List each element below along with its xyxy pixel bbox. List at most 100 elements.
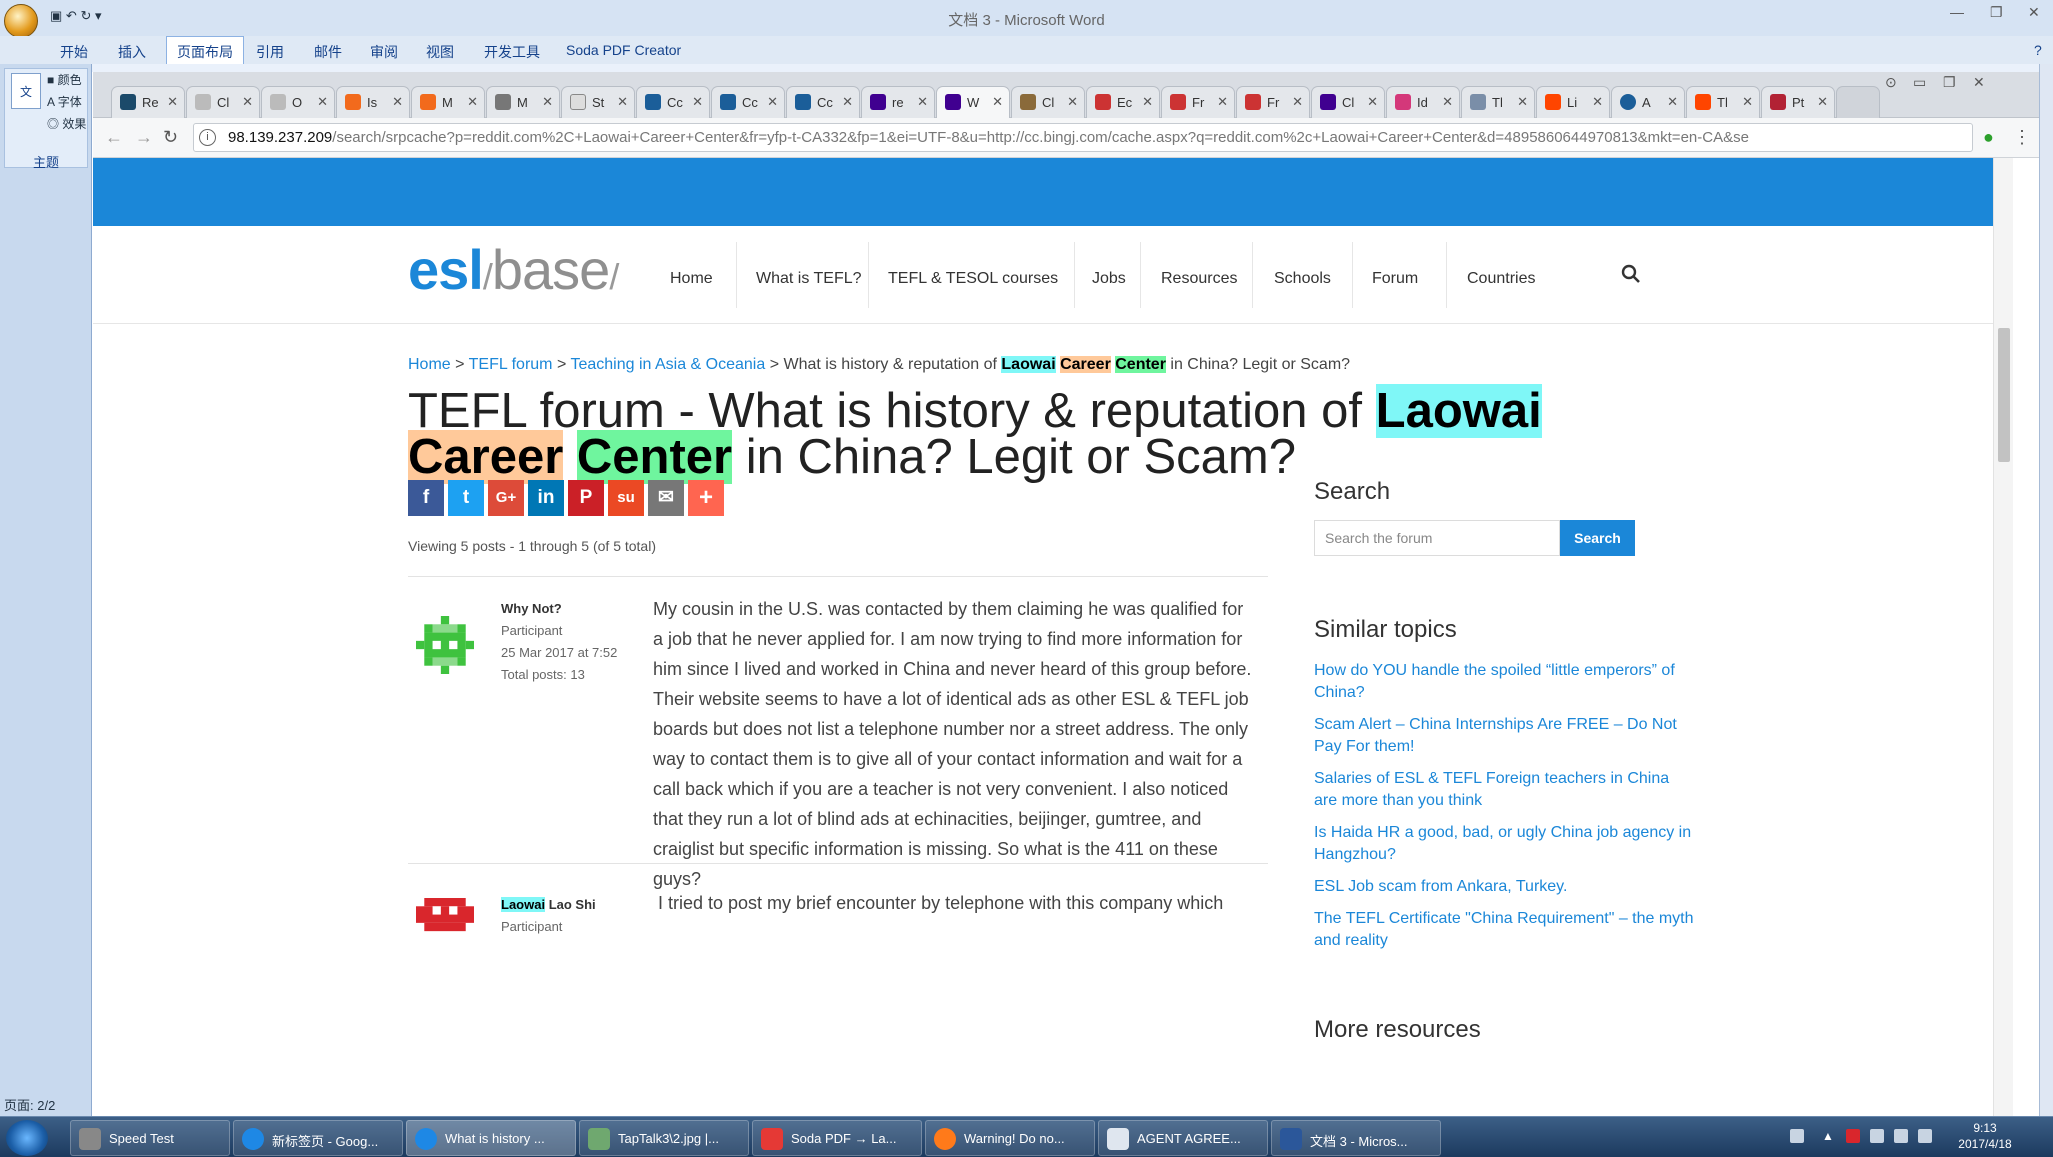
network-icon[interactable] <box>1894 1129 1908 1143</box>
new-tab-button[interactable] <box>1836 86 1880 118</box>
stumbleupon-share-icon[interactable]: su <box>608 480 644 516</box>
linkedin-share-icon[interactable]: in <box>528 480 564 516</box>
tab-insert[interactable]: 插入 <box>118 42 146 62</box>
profile-icon[interactable]: ⊙ <box>1885 74 1897 91</box>
tab-view[interactable]: 视图 <box>426 42 454 62</box>
theme-fonts[interactable]: A 字体 <box>47 93 82 110</box>
page-scrollbar[interactable] <box>1993 158 2013 1116</box>
menu-what-is-tefl[interactable]: What is TEFL? <box>756 270 862 288</box>
browser-tab[interactable]: re ✕ <box>861 86 935 118</box>
page-info-icon[interactable]: i <box>199 129 216 146</box>
tab-page-layout[interactable]: 页面布局 <box>166 36 244 64</box>
forum-search-button[interactable]: Search <box>1560 520 1635 556</box>
topic-link[interactable]: How do YOU handle the spoiled “little em… <box>1314 660 1694 704</box>
menu-forum[interactable]: Forum <box>1372 270 1418 288</box>
browser-tab[interactable]: Ec ✕ <box>1086 86 1160 118</box>
tab-developer[interactable]: 开发工具 <box>484 42 540 62</box>
theme-colors[interactable]: ■ 颜色 <box>47 71 82 88</box>
topic-link[interactable]: Salaries of ESL & TEFL Foreign teachers … <box>1314 768 1694 812</box>
browser-tab[interactable]: Is ✕ <box>336 86 410 118</box>
browser-tab[interactable]: Cc ✕ <box>711 86 785 118</box>
browser-tab[interactable]: Cl ✕ <box>186 86 260 118</box>
browser-tab[interactable]: Id ✕ <box>1386 86 1460 118</box>
browser-tab[interactable]: M ✕ <box>486 86 560 118</box>
browser-tab[interactable]: A ✕ <box>1611 86 1685 118</box>
email-share-icon[interactable]: ✉ <box>648 480 684 516</box>
tab-soda-pdf[interactable]: Soda PDF Creator <box>566 42 681 58</box>
breadcrumb-home[interactable]: Home <box>408 356 451 373</box>
browser-minimize-icon[interactable]: ▭ <box>1913 74 1926 91</box>
menu-courses[interactable]: TEFL & TESOL courses <box>888 270 1058 288</box>
author-name[interactable]: Laowai Lao Shi <box>501 897 596 912</box>
browser-tab[interactable]: Tl ✕ <box>1686 86 1760 118</box>
tab-home[interactable]: 开始 <box>60 42 88 62</box>
browser-tab[interactable]: Fr ✕ <box>1161 86 1235 118</box>
close-icon[interactable]: ✕ <box>2028 4 2040 21</box>
browser-tab[interactable]: Cc ✕ <box>636 86 710 118</box>
extension-icon[interactable]: ● <box>1983 127 1994 148</box>
taskbar-item[interactable]: Warning! Do no... <box>925 1120 1095 1156</box>
volume-icon[interactable] <box>1918 1129 1932 1143</box>
browser-tab-active[interactable]: W ✕ <box>936 86 1010 118</box>
menu-countries[interactable]: Countries <box>1467 270 1535 288</box>
browser-tab[interactable]: Cl ✕ <box>1311 86 1385 118</box>
help-icon[interactable]: ? <box>2034 42 2042 58</box>
forum-search-input[interactable]: Search the forum <box>1314 520 1560 556</box>
menu-resources[interactable]: Resources <box>1161 270 1237 288</box>
themes-icon[interactable]: 文 <box>11 73 41 109</box>
topic-link[interactable]: The TEFL Certificate "China Requirement"… <box>1314 908 1694 952</box>
breadcrumb-forum[interactable]: TEFL forum <box>469 356 553 373</box>
browser-tab[interactable]: Tl ✕ <box>1461 86 1535 118</box>
browser-tab[interactable]: Cc ✕ <box>786 86 860 118</box>
browser-tab[interactable]: Re ✕ <box>111 86 185 118</box>
browser-tab[interactable]: Cl ✕ <box>1011 86 1085 118</box>
restore-icon[interactable]: ❐ <box>1990 4 2003 21</box>
taskbar-item[interactable]: What is history ... <box>406 1120 576 1156</box>
facebook-share-icon[interactable]: f <box>408 480 444 516</box>
browser-tab[interactable]: M ✕ <box>411 86 485 118</box>
taskbar-item[interactable]: TapTalk3\2.jpg |... <box>579 1120 749 1156</box>
browser-tab[interactable]: St ✕ <box>561 86 635 118</box>
menu-schools[interactable]: Schools <box>1274 270 1331 288</box>
breadcrumb-section[interactable]: Teaching in Asia & Oceania <box>570 356 765 373</box>
theme-effects[interactable]: ◎ 效果 <box>47 115 86 132</box>
topic-link[interactable]: ESL Job scam from Ankara, Turkey. <box>1314 876 1694 898</box>
back-icon[interactable]: ← <box>105 127 123 148</box>
google-plus-share-icon[interactable]: G+ <box>488 480 524 516</box>
clock[interactable]: 9:13 2017/4/18 <box>1950 1120 2020 1152</box>
minimize-icon[interactable]: — <box>1950 4 1964 20</box>
author-name[interactable]: Why Not? <box>501 601 562 616</box>
taskbar-item[interactable]: 新标签页 - Goog... <box>233 1120 403 1156</box>
browser-restore-icon[interactable]: ❐ <box>1943 74 1956 91</box>
show-hidden-icons-icon[interactable]: ▲ <box>1822 1129 1836 1143</box>
site-logo[interactable]: esl/base/ <box>408 237 619 302</box>
pinterest-share-icon[interactable]: P <box>568 480 604 516</box>
more-share-icon[interactable]: + <box>688 480 724 516</box>
menu-home[interactable]: Home <box>670 270 713 288</box>
taskbar-item[interactable]: Speed Test <box>70 1120 230 1156</box>
address-bar[interactable]: 98.139.237.209/search/srpcache?p=reddit.… <box>193 123 1973 152</box>
tab-references[interactable]: 引用 <box>256 42 284 62</box>
browser-tab[interactable]: Li ✕ <box>1536 86 1610 118</box>
forward-icon[interactable]: → <box>135 127 153 148</box>
tray-icon[interactable] <box>1790 1129 1804 1143</box>
taskbar-item[interactable]: 文档 3 - Micros... <box>1271 1120 1441 1156</box>
browser-close-icon[interactable]: ✕ <box>1973 74 1985 91</box>
topic-link[interactable]: Scam Alert – China Internships Are FREE … <box>1314 714 1694 758</box>
menu-jobs[interactable]: Jobs <box>1092 270 1126 288</box>
topic-link[interactable]: Is Haida HR a good, bad, or ugly China j… <box>1314 822 1694 866</box>
tray-icon[interactable] <box>1846 1129 1860 1143</box>
start-button[interactable] <box>6 1120 48 1156</box>
taskbar-item[interactable]: Soda PDF → La... <box>752 1120 922 1156</box>
twitter-share-icon[interactable]: t <box>448 480 484 516</box>
flag-icon[interactable] <box>1870 1129 1884 1143</box>
search-icon[interactable] <box>1621 264 1641 284</box>
tab-review[interactable]: 审阅 <box>370 42 398 62</box>
taskbar-item[interactable]: AGENT AGREE... <box>1098 1120 1268 1156</box>
scrollbar-thumb[interactable] <box>1998 328 2010 462</box>
browser-tab[interactable]: Pt ✕ <box>1761 86 1835 118</box>
browser-tab[interactable]: Fr ✕ <box>1236 86 1310 118</box>
browser-tab[interactable]: O ✕ <box>261 86 335 118</box>
reload-icon[interactable]: ↻ <box>163 127 178 148</box>
word-scrollbar[interactable] <box>2039 64 2053 1116</box>
